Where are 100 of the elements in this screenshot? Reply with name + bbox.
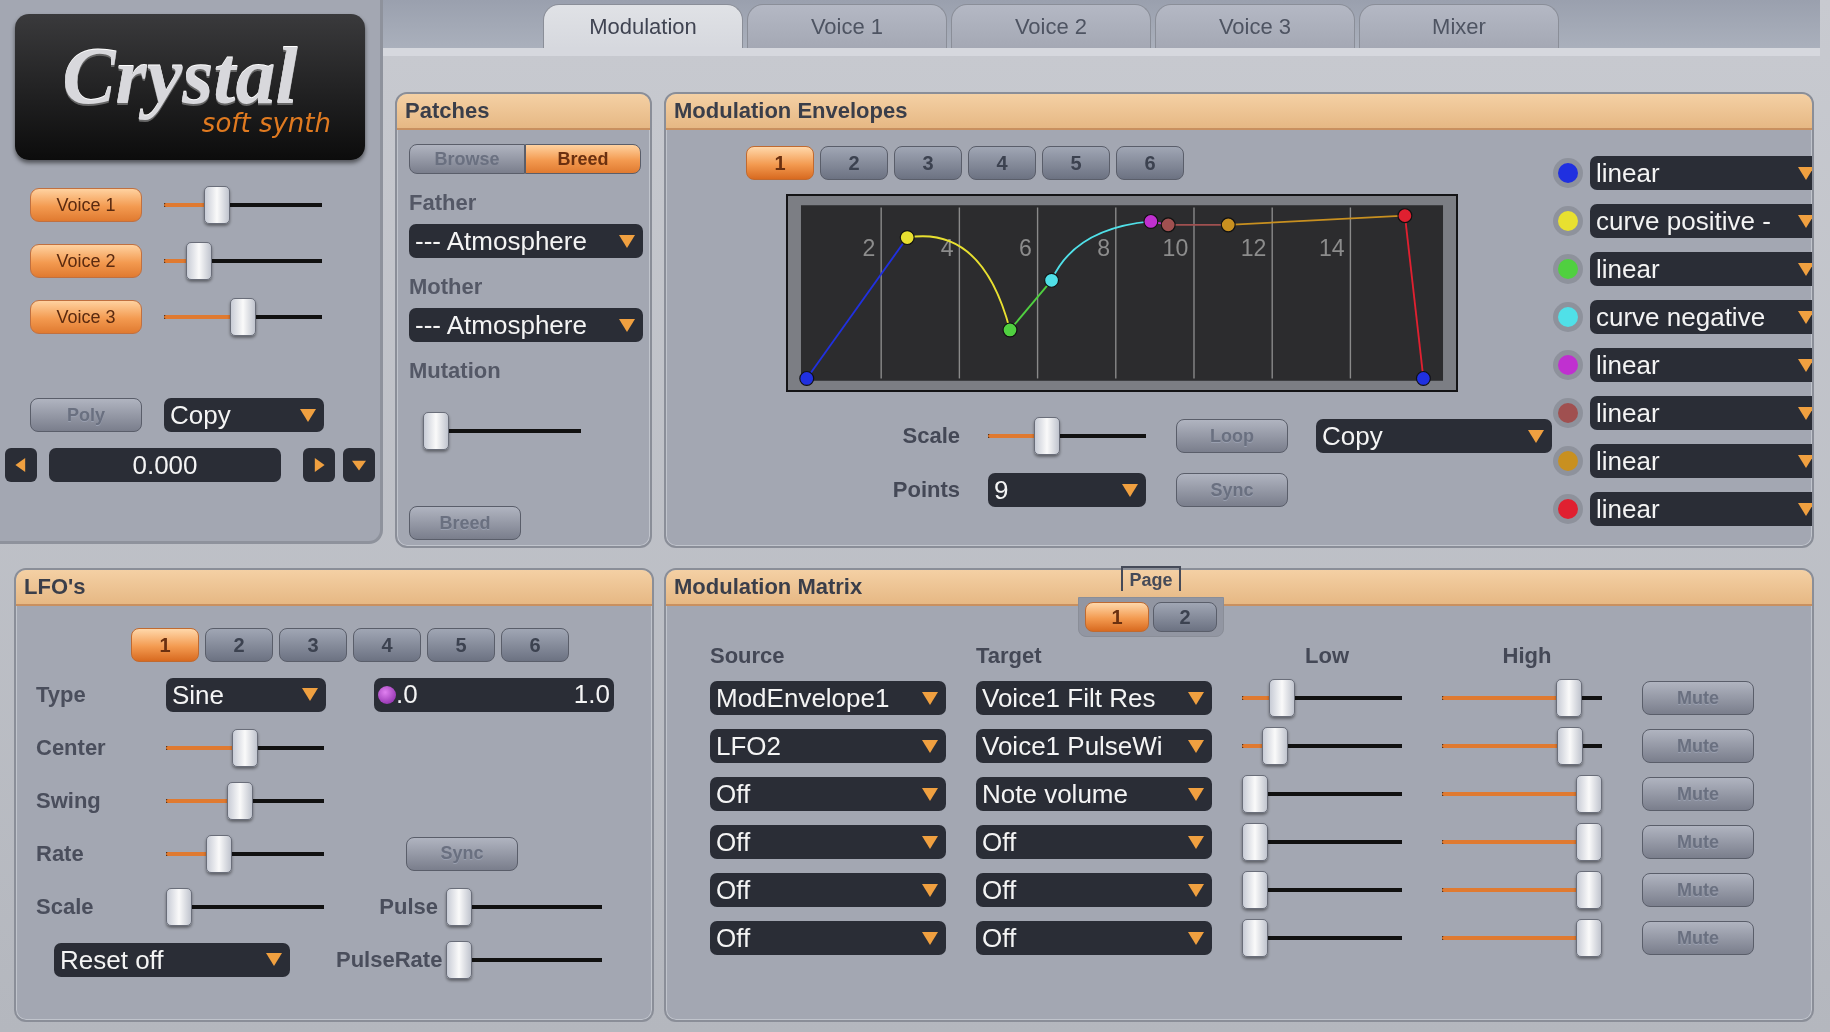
- dropdown[interactable]: Off: [710, 921, 946, 955]
- number-tab[interactable]: 1: [131, 628, 199, 662]
- number-tab[interactable]: 3: [279, 628, 347, 662]
- dropdown[interactable]: curve positive -: [1590, 204, 1812, 238]
- page-tab[interactable]: 1: [1085, 602, 1149, 632]
- caret-icon: [1188, 787, 1204, 801]
- dropdown[interactable]: curve negative: [1590, 300, 1812, 334]
- column-header: Target: [976, 643, 1043, 669]
- slider-thumb[interactable]: [1557, 727, 1584, 765]
- dropdown[interactable]: Off: [976, 825, 1212, 859]
- left-arrow-icon: [14, 457, 28, 473]
- tab[interactable]: Voice 3: [1155, 4, 1355, 48]
- dropdown[interactable]: linear: [1590, 396, 1812, 430]
- number-tab[interactable]: 5: [1042, 146, 1110, 180]
- dropdown[interactable]: Copy: [164, 398, 324, 432]
- slider-thumb[interactable]: [186, 242, 213, 280]
- dropdown[interactable]: linear: [1590, 348, 1812, 382]
- dropdown[interactable]: Voice1 PulseWi: [976, 729, 1212, 763]
- tab[interactable]: Voice 1: [747, 4, 947, 48]
- column-header: High: [1501, 643, 1553, 669]
- envelope-graph[interactable]: 2 4 6 8 10 12 14: [786, 194, 1458, 392]
- dropdown[interactable]: Off: [710, 777, 946, 811]
- field-label: Type: [36, 681, 87, 708]
- dropdown[interactable]: LFO2: [710, 729, 946, 763]
- slider-thumb[interactable]: [423, 412, 449, 450]
- mode-button[interactable]: Breed: [525, 144, 641, 174]
- slider-thumb[interactable]: [230, 298, 256, 336]
- slider-thumb[interactable]: [205, 834, 232, 873]
- axis-label: 4: [940, 235, 954, 262]
- slider-thumb[interactable]: [1242, 775, 1268, 813]
- caret-icon: [1798, 358, 1812, 372]
- slider-thumb[interactable]: [1262, 727, 1289, 765]
- slider-thumb[interactable]: [1268, 679, 1295, 717]
- dropdown[interactable]: linear: [1590, 444, 1812, 478]
- number-tab[interactable]: 4: [968, 146, 1036, 180]
- slider-thumb[interactable]: [446, 940, 472, 979]
- slider-thumb[interactable]: [166, 887, 192, 926]
- page-tab[interactable]: 2: [1153, 602, 1217, 632]
- value-field[interactable]: 0.000: [49, 448, 281, 482]
- dropdown[interactable]: Sine: [166, 677, 326, 712]
- number-tab[interactable]: 1: [746, 146, 814, 180]
- slider-thumb[interactable]: [1242, 919, 1268, 957]
- voice-button[interactable]: Voice 3: [30, 300, 142, 334]
- page-label: Page: [1121, 566, 1181, 591]
- dropdown[interactable]: Off: [710, 873, 946, 907]
- range-max: 1.0: [573, 679, 610, 710]
- dropdown[interactable]: 9: [988, 473, 1146, 507]
- dropdown[interactable]: --- Atmosphere: [409, 224, 643, 258]
- dropdown[interactable]: Note volume: [976, 777, 1212, 811]
- caret-icon: [1188, 883, 1204, 897]
- dropdown[interactable]: --- Atmosphere: [409, 308, 643, 342]
- slider-thumb[interactable]: [1242, 871, 1268, 909]
- range-field[interactable]: .0 1.0: [374, 677, 614, 712]
- dropdown[interactable]: linear: [1590, 492, 1812, 526]
- slider-thumb[interactable]: [203, 186, 230, 224]
- caret-icon: [922, 739, 938, 753]
- slider-thumb[interactable]: [1242, 823, 1268, 861]
- slider-thumb[interactable]: [232, 728, 258, 767]
- field-label: PulseRate: [336, 946, 444, 973]
- tab[interactable]: Voice 2: [951, 4, 1151, 48]
- slider-thumb[interactable]: [1034, 417, 1061, 455]
- knob-icon: [378, 685, 396, 704]
- dropdown[interactable]: Off: [976, 873, 1212, 907]
- tab[interactable]: Modulation: [543, 4, 743, 48]
- slider-thumb[interactable]: [226, 781, 253, 820]
- menu-button[interactable]: [343, 448, 375, 482]
- slider-thumb[interactable]: [1576, 871, 1602, 909]
- caret-icon: [1798, 310, 1812, 324]
- number-tab[interactable]: 6: [501, 628, 569, 662]
- caret-icon: [922, 883, 938, 897]
- dropdown[interactable]: Copy: [1316, 419, 1552, 453]
- number-tab[interactable]: 5: [427, 628, 495, 662]
- next-button[interactable]: [303, 448, 335, 482]
- caret-icon: [1188, 835, 1204, 849]
- number-tab[interactable]: 2: [205, 628, 273, 662]
- dropdown[interactable]: Off: [976, 921, 1212, 955]
- slider-thumb[interactable]: [1576, 775, 1602, 813]
- dropdown[interactable]: Reset off: [54, 942, 290, 977]
- slider-thumb[interactable]: [446, 887, 472, 926]
- voice-button[interactable]: Voice 1: [30, 188, 142, 222]
- column-header: Low: [1304, 643, 1350, 669]
- dropdown[interactable]: Voice1 Filt Res: [976, 681, 1212, 715]
- previous-button[interactable]: [5, 448, 37, 482]
- number-tab[interactable]: 6: [1116, 146, 1184, 180]
- dropdown[interactable]: ModEnvelope1: [710, 681, 946, 715]
- envelope-curve-drawing[interactable]: [799, 208, 1431, 386]
- slider-thumb[interactable]: [1555, 679, 1582, 717]
- voice-button[interactable]: Voice 2: [30, 244, 142, 278]
- slider-thumb[interactable]: [1576, 823, 1602, 861]
- dropdown[interactable]: linear: [1590, 252, 1812, 286]
- number-tab[interactable]: 3: [894, 146, 962, 180]
- tab[interactable]: Mixer: [1359, 4, 1559, 48]
- caret-icon: [1528, 429, 1544, 443]
- dropdown[interactable]: linear: [1590, 156, 1812, 190]
- dropdown[interactable]: Off: [710, 825, 946, 859]
- field-label: Pulse: [378, 893, 439, 920]
- axis-label: 14: [1318, 235, 1345, 262]
- number-tab[interactable]: 2: [820, 146, 888, 180]
- number-tab[interactable]: 4: [353, 628, 421, 662]
- slider-thumb[interactable]: [1576, 919, 1602, 957]
